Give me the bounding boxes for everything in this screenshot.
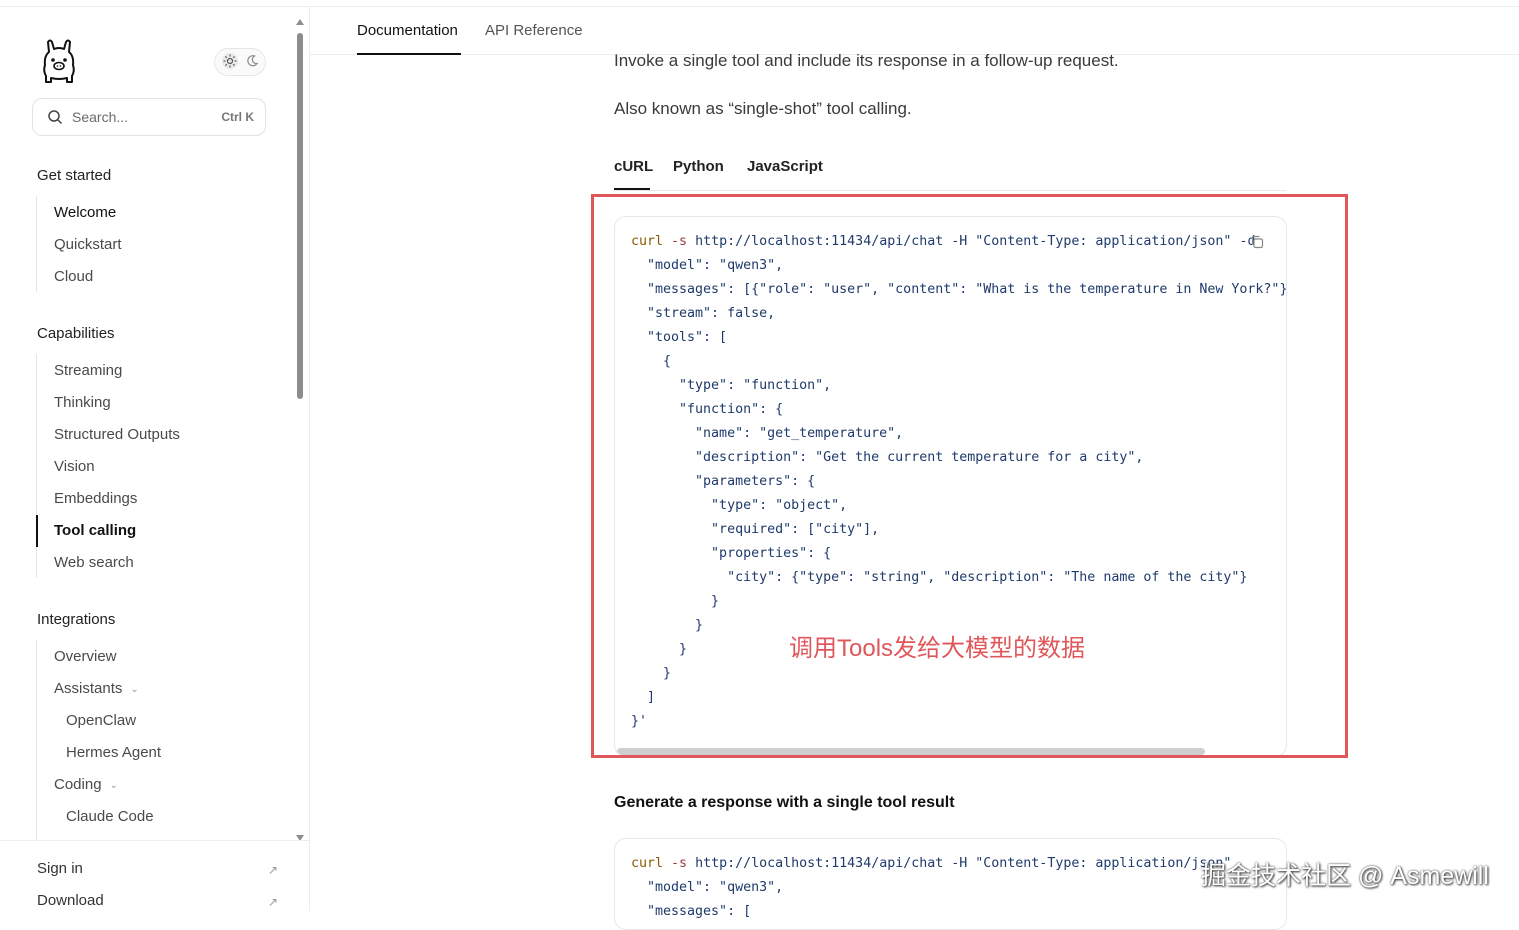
chevron-down-icon: ⌄ xyxy=(130,683,139,695)
section-title-integrations: Integrations xyxy=(37,611,116,628)
annotation-highlight-box xyxy=(591,194,1348,758)
top-nav-tabs: Documentation API Reference xyxy=(310,7,1519,55)
sidebar-item-embeddings[interactable]: Embeddings xyxy=(54,490,137,507)
tab-python[interactable]: Python xyxy=(673,158,724,175)
sign-in-link[interactable]: Sign in xyxy=(37,860,83,877)
sun-icon[interactable] xyxy=(222,53,238,69)
sidebar-item-cloud[interactable]: Cloud xyxy=(54,268,93,285)
sidebar-item-coding[interactable]: Coding ⌄ xyxy=(54,776,118,793)
sidebar-footer: Sign in ↗ Download ↗ xyxy=(0,840,309,909)
sidebar-item-assistants-label: Assistants xyxy=(54,680,123,697)
nav-rail xyxy=(36,640,37,840)
sidebar-item-claude-code[interactable]: Claude Code xyxy=(66,808,154,825)
sidebar-item-overview[interactable]: Overview xyxy=(54,648,117,665)
sidebar-item-thinking[interactable]: Thinking xyxy=(54,394,111,411)
code-line: curl -s http://localhost:11434/api/chat … xyxy=(631,856,1231,871)
code-language-tabs: cURL Python JavaScript xyxy=(614,150,1286,191)
sidebar-scrollbar[interactable] xyxy=(295,17,305,843)
nav-rail xyxy=(36,196,37,292)
section-heading: Generate a response with a single tool r… xyxy=(614,794,955,811)
sidebar-item-assistants[interactable]: Assistants ⌄ xyxy=(54,680,139,697)
section-title-capabilities: Capabilities xyxy=(37,325,115,342)
code-line: "model": "qwen3", xyxy=(631,880,784,895)
sidebar-item-hermes-agent[interactable]: Hermes Agent xyxy=(66,744,161,761)
active-lang-indicator xyxy=(614,188,650,190)
external-link-icon: ↗ xyxy=(268,895,279,909)
code-flag: -s xyxy=(671,856,688,871)
window-top-border xyxy=(0,0,1519,7)
code-args: http://localhost:11434/api/chat -H "Cont… xyxy=(695,856,1232,871)
chevron-down-icon: ⌄ xyxy=(109,779,118,791)
theme-toggle[interactable] xyxy=(214,48,266,76)
moon-icon[interactable] xyxy=(244,53,260,69)
annotation-text: 调用Tools发给大模型的数据 xyxy=(789,635,1086,662)
tab-curl[interactable]: cURL xyxy=(614,158,653,175)
active-tab-indicator xyxy=(357,53,461,55)
sidebar-item-streaming[interactable]: Streaming xyxy=(54,362,122,379)
search-placeholder: Search... xyxy=(72,109,129,125)
sidebar-item-coding-label: Coding xyxy=(54,776,102,793)
watermark-text: 掘金技术社区 @ Asmewill xyxy=(1201,862,1489,890)
sidebar-item-openclaw[interactable]: OpenClaw xyxy=(66,712,136,729)
sidebar-item-tool-calling[interactable]: Tool calling xyxy=(54,522,136,539)
scrollbar-thumb[interactable] xyxy=(297,33,303,399)
section-title-get-started: Get started xyxy=(37,167,112,184)
download-link[interactable]: Download xyxy=(37,892,104,909)
active-indicator xyxy=(36,515,38,547)
sidebar-item-welcome[interactable]: Welcome xyxy=(54,204,116,221)
scroll-up-arrow-icon[interactable] xyxy=(296,19,304,25)
code-command: curl xyxy=(631,856,664,871)
sidebar-item-structured-outputs[interactable]: Structured Outputs xyxy=(54,426,180,443)
ollama-logo-icon[interactable] xyxy=(41,38,77,84)
code-line: "messages": [ xyxy=(631,904,752,919)
tab-documentation[interactable]: Documentation xyxy=(357,22,458,39)
sidebar-item-vision[interactable]: Vision xyxy=(54,458,95,475)
search-icon xyxy=(48,110,63,125)
code-block: curl -s http://localhost:11434/api/chat … xyxy=(614,838,1287,930)
intro-paragraph: Invoke a single tool and include its res… xyxy=(614,51,1119,70)
aka-paragraph: Also known as “single-shot” tool calling… xyxy=(614,99,912,118)
external-link-icon: ↗ xyxy=(268,863,279,877)
tab-api-reference[interactable]: API Reference xyxy=(485,22,583,39)
search-shortcut: Ctrl K xyxy=(221,110,254,124)
sidebar-item-quickstart[interactable]: Quickstart xyxy=(54,236,122,253)
sidebar: Search... Ctrl K Get started Welcome Qui… xyxy=(0,7,310,911)
sidebar-item-web-search[interactable]: Web search xyxy=(54,554,134,571)
tab-javascript[interactable]: JavaScript xyxy=(747,158,823,175)
search-input[interactable]: Search... Ctrl K xyxy=(32,98,266,136)
